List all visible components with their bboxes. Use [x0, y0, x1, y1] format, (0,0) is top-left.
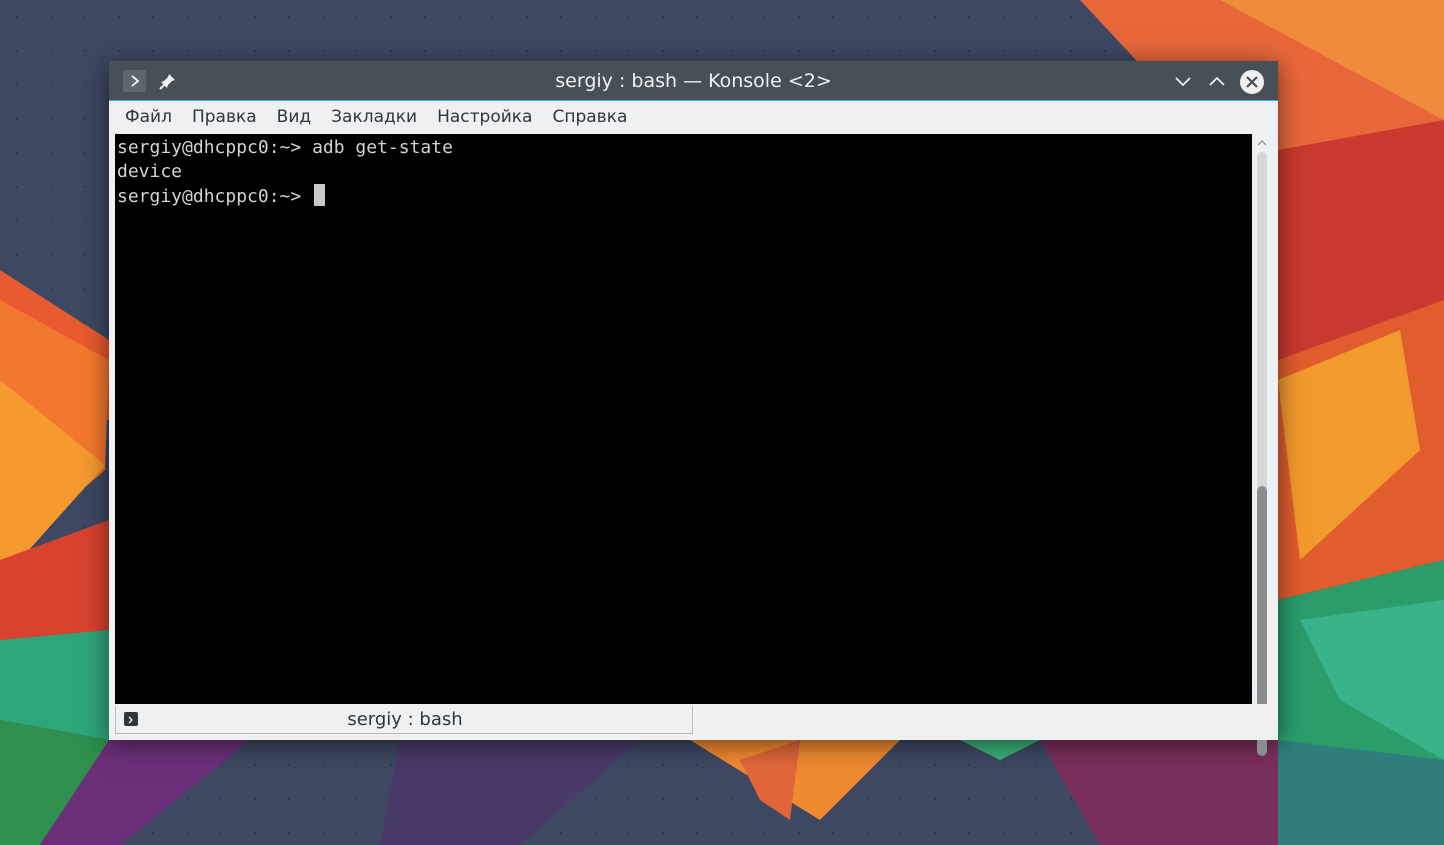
menu-file[interactable]: Файл: [115, 101, 182, 134]
tab-bar: sergiy : bash: [109, 704, 1278, 740]
scroll-up-arrow-icon[interactable]: [1256, 138, 1268, 148]
close-icon: [1240, 70, 1264, 94]
window-title: sergiy : bash — Konsole <2>: [555, 70, 832, 92]
title-bar[interactable]: sergiy : bash — Konsole <2>: [109, 61, 1278, 101]
terminal-line: device: [117, 161, 183, 182]
menu-view[interactable]: Вид: [267, 101, 321, 134]
menu-edit[interactable]: Правка: [182, 101, 267, 134]
terminal-area[interactable]: sergiy@dhcppc0:~> adb get-state device s…: [115, 134, 1252, 704]
terminal-line: sergiy@dhcppc0:~> adb get-state: [117, 137, 453, 158]
terminal-prompt-line: sergiy@dhcppc0:~>: [117, 184, 1252, 208]
desktop: sergiy : bash — Konsole <2> Файл Правка …: [0, 0, 1444, 845]
menu-settings[interactable]: Настройка: [427, 101, 542, 134]
chevron-up-icon: [1209, 76, 1225, 86]
vertical-scrollbar[interactable]: [1252, 134, 1272, 756]
konsole-window: sergiy : bash — Konsole <2> Файл Правка …: [109, 61, 1278, 756]
tab-sergiy-bash[interactable]: sergiy : bash: [115, 706, 693, 734]
scroll-down-arrow-icon[interactable]: [1256, 689, 1268, 699]
menu-bar: Файл Правка Вид Закладки Настройка Справ…: [109, 101, 1278, 134]
menu-help[interactable]: Справка: [542, 101, 637, 134]
chevron-down-icon: [1175, 77, 1191, 87]
minimize-button[interactable]: [1171, 69, 1195, 93]
terminal-prompt: sergiy@dhcppc0:~>: [117, 186, 313, 207]
text-cursor: [314, 184, 326, 206]
maximize-button[interactable]: [1205, 69, 1229, 93]
close-button[interactable]: [1239, 69, 1265, 95]
tab-label: sergiy : bash: [347, 709, 463, 730]
menu-bookmarks[interactable]: Закладки: [321, 101, 427, 134]
